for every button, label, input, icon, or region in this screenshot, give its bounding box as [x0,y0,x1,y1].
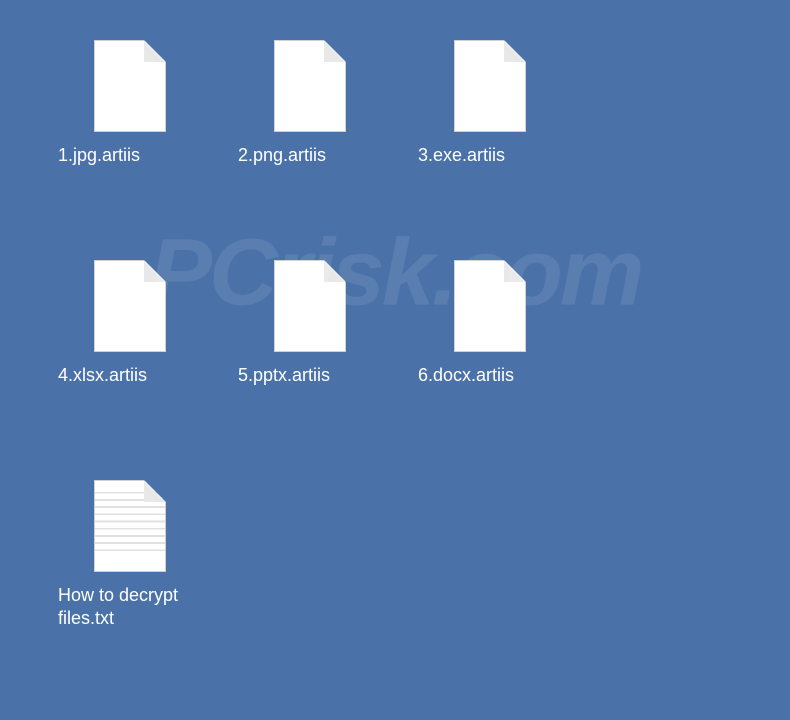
file-item[interactable]: 4.xlsx.artiis [40,250,220,470]
generic-file-icon [454,260,526,352]
file-label: 4.xlsx.artiis [50,364,210,387]
generic-file-icon [274,40,346,132]
file-label: 3.exe.artiis [410,144,570,167]
file-label: 5.pptx.artiis [230,364,390,387]
file-label: 1.jpg.artiis [50,144,210,167]
generic-file-icon [94,260,166,352]
generic-file-icon [274,260,346,352]
file-item[interactable]: 5.pptx.artiis [220,250,400,470]
file-item[interactable]: 1.jpg.artiis [40,30,220,250]
text-file-icon [94,480,166,572]
file-label: 2.png.artiis [230,144,390,167]
file-item[interactable]: 6.docx.artiis [400,250,580,470]
file-label: 6.docx.artiis [410,364,570,387]
file-item[interactable]: 2.png.artiis [220,30,400,250]
generic-file-icon [94,40,166,132]
desktop-area: 1.jpg.artiis 2.png.artiis 3.exe.artiis 4… [0,0,790,720]
generic-file-icon [454,40,526,132]
file-label: How to decrypt files.txt [50,584,210,631]
file-item[interactable]: 3.exe.artiis [400,30,580,250]
file-item[interactable]: How to decrypt files.txt [40,470,220,690]
